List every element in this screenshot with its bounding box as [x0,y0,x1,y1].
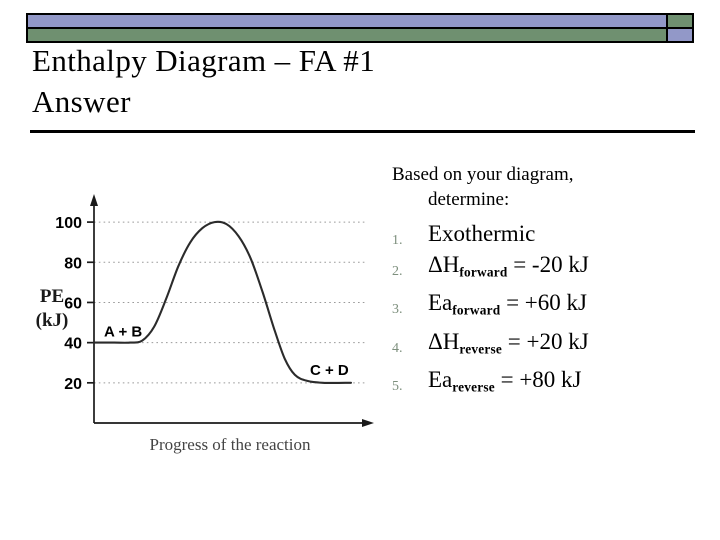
answer-item-value: = +20 kJ [502,328,589,354]
slide-title: Enthalpy Diagram – FA #1 Answer [32,43,376,119]
answer-item: 4. ΔHreverse = +20 kJ [390,326,716,364]
answer-item-number: 5. [392,378,403,394]
x-axis-arrowhead [362,419,374,427]
answer-item-text: Exothermic [428,221,536,246]
prompt-line-2: determine: [428,189,510,210]
answer-item-number: 4. [392,340,403,356]
answer-item-text: ΔH [428,328,460,354]
annotation-reactants: A + B [104,324,142,341]
answer-item-text: ΔH [428,252,460,277]
annotation-products: C + D [310,362,349,379]
answer-item: 3. Eaforward = +60 kJ [390,287,716,325]
question-prompt: Based on your diagram, determine: [392,162,716,212]
answer-item-value: = -20 kJ [507,252,589,277]
y-axis-tick-label: 20 [64,376,82,393]
decoration-segment-top-long [26,13,667,28]
answer-item: 5. Eareverse = +80 kJ [390,364,716,402]
y-axis-tick-label: 100 [55,215,82,232]
decoration-row-top [26,13,694,28]
header-decoration-bars [26,13,694,43]
answer-item-subscript: reverse [459,340,502,356]
answer-item-subscript: forward [452,302,501,318]
answer-item-text: Ea [428,366,453,392]
answer-list: 1. Exothermic 2. ΔHforward = -20 kJ 3. Eaforw… [390,218,716,402]
answer-item-number: 3. [392,302,403,318]
answer-item-subscript: reverse [452,379,495,395]
enthalpy-diagram-svg: 20406080100 PE (kJ) Progress of the reac… [36,194,374,454]
answers-panel: Based on your diagram, determine: 1. Exot… [390,162,716,402]
prompt-line-1: Based on your diagram, [392,164,574,185]
answer-item-value: = +60 kJ [500,290,587,316]
enthalpy-diagram-chart: 20 40 60 80 100 PE (kJ) Progress of the reac… [8,180,390,465]
title-divider-rule [30,130,695,133]
chart-gridlines [94,221,365,384]
x-axis-label: Progress of the reaction [150,435,311,454]
answer-item-subscript: forward [459,264,508,280]
answer-item-value: = +80 kJ [494,366,582,392]
answer-item-text: Ea [428,290,453,316]
decoration-segment-top-short [667,13,694,28]
y-axis-tick-label: 40 [64,336,82,353]
answer-item: 1. Exothermic [390,218,716,249]
y-axis-arrowhead [90,194,98,206]
y-axis-label-line1: PE [40,286,64,307]
y-axis-tick-label: 80 [64,255,82,272]
answer-item-number: 2. [392,264,403,279]
answer-item: 2. ΔHforward = -20 kJ [390,249,716,287]
y-axis-label-line2: (kJ) [36,310,69,331]
